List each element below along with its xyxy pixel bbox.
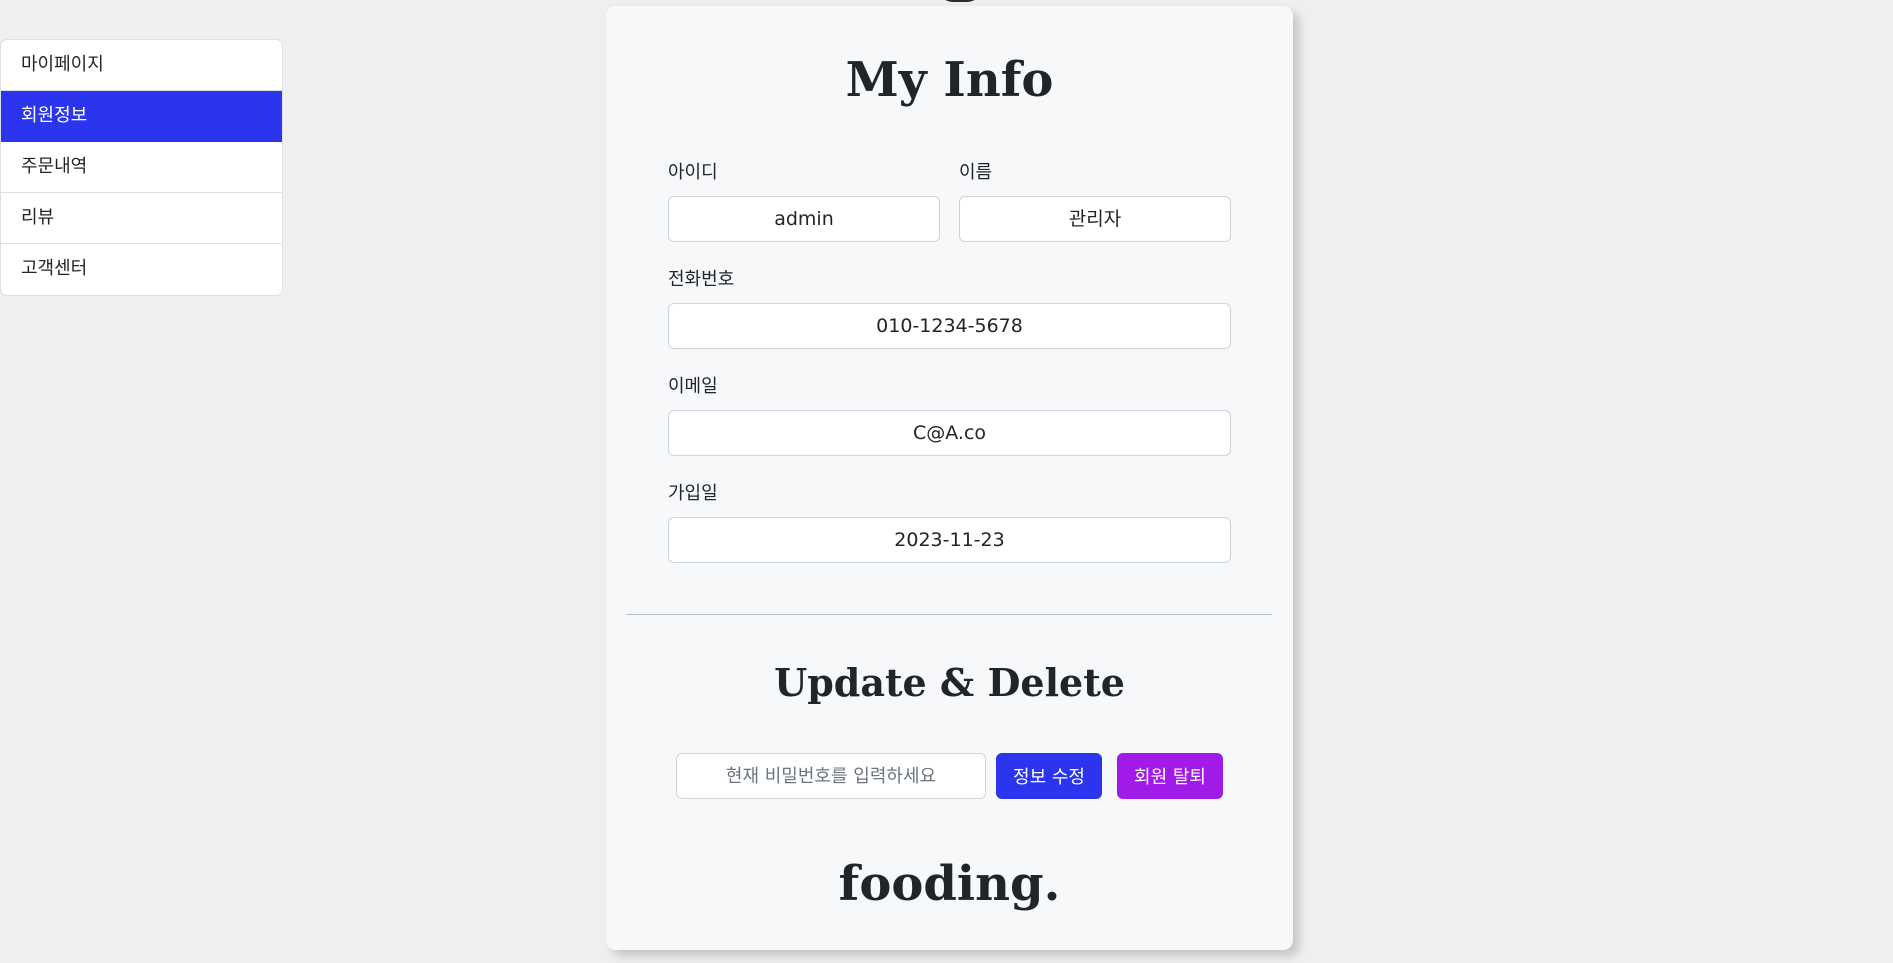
name-label: 이름 — [959, 162, 993, 183]
update-info-button[interactable]: 정보 수정 — [996, 753, 1102, 799]
phone-label: 전화번호 — [668, 269, 735, 290]
sidebar-item-orders[interactable]: 주문내역 — [1, 142, 282, 193]
current-password-input[interactable] — [676, 753, 986, 799]
email-label: 이메일 — [668, 376, 718, 397]
sidebar-item-customer-center[interactable]: 고객센터 — [1, 244, 282, 295]
joined-date-label: 가입일 — [668, 483, 718, 504]
my-info-card: My Info 아이디 admin 이름 관리자 전화번호 010-1234-5… — [606, 6, 1293, 950]
id-label: 아이디 — [668, 162, 718, 183]
sidebar-item-member-info[interactable]: 회원정보 — [1, 91, 282, 142]
footer-logo: fooding. — [838, 856, 1061, 912]
section-divider — [626, 614, 1272, 615]
id-field: admin — [668, 196, 940, 242]
sidebar-item-mypage[interactable]: 마이페이지 — [1, 40, 282, 91]
phone-field: 010-1234-5678 — [668, 303, 1231, 349]
mypage-sidebar: 마이페이지 회원정보 주문내역 리뷰 고객센터 — [0, 39, 283, 296]
email-field: C@A.co — [668, 410, 1231, 456]
my-info-title: My Info — [845, 52, 1054, 108]
joined-date-field: 2023-11-23 — [668, 517, 1231, 563]
name-field: 관리자 — [959, 196, 1231, 242]
update-delete-title: Update & Delete — [774, 660, 1125, 705]
sidebar-item-reviews[interactable]: 리뷰 — [1, 193, 282, 244]
header-logo-fragment — [937, 0, 983, 2]
delete-account-button[interactable]: 회원 탈퇴 — [1117, 753, 1223, 799]
